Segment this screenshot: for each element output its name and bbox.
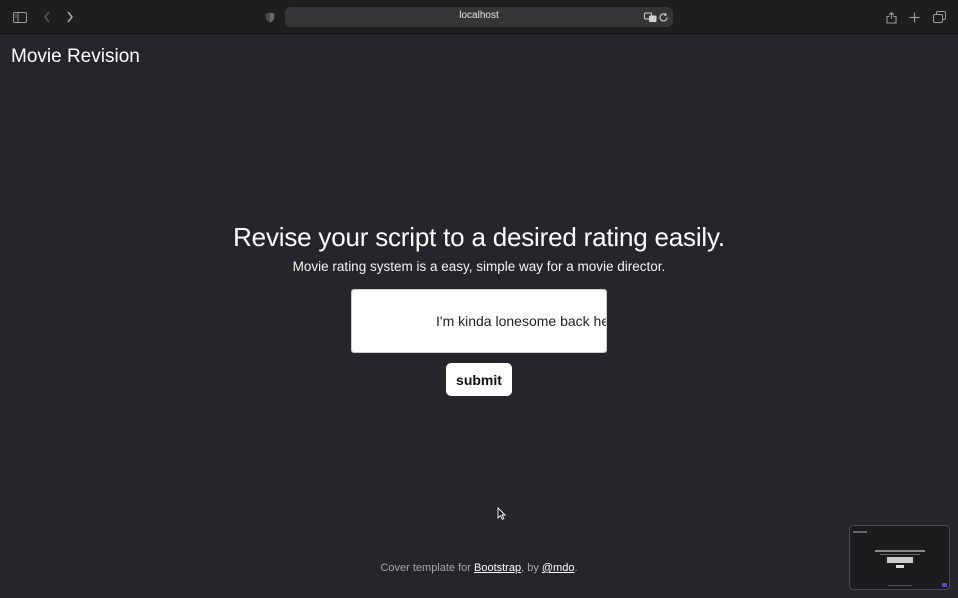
thumbnail-input: [887, 557, 913, 563]
footer: Cover template for Bootstrap, by @mdo.: [0, 562, 958, 574]
screenshot-thumbnail[interactable]: [849, 525, 950, 590]
browser-toolbar: localhost: [0, 0, 958, 34]
thumbnail-button: [896, 565, 904, 568]
mdo-link[interactable]: @mdo: [542, 562, 575, 574]
page-subheadline: Movie rating system is a easy, simple wa…: [292, 259, 666, 274]
script-input[interactable]: I'm kinda lonesome back here: [351, 289, 607, 353]
hero-section: Revise your script to a desired rating e…: [0, 222, 958, 274]
new-tab-icon[interactable]: [906, 9, 922, 25]
page-headline: Revise your script to a desired rating e…: [233, 222, 725, 252]
mouse-cursor-icon: [497, 506, 507, 525]
thumbnail-footer: [888, 585, 912, 586]
tabs-overview-icon[interactable]: [931, 9, 947, 25]
footer-suffix: .: [574, 562, 578, 574]
shield-icon[interactable]: [262, 9, 278, 25]
thumbnail-subline: [880, 554, 920, 555]
share-icon[interactable]: [883, 9, 899, 25]
thumbnail-badge: [942, 583, 947, 587]
bootstrap-link[interactable]: Bootstrap: [474, 562, 521, 574]
translate-icon[interactable]: [644, 10, 657, 28]
submit-button[interactable]: submit: [446, 363, 512, 396]
footer-middle: , by: [521, 562, 542, 574]
url-text: localhost: [459, 10, 499, 21]
back-icon[interactable]: [39, 9, 55, 25]
address-bar[interactable]: localhost: [285, 7, 673, 27]
footer-prefix: Cover template for: [380, 562, 474, 574]
thumbnail-brand: [853, 531, 867, 533]
brand-title[interactable]: Movie Revision: [11, 46, 140, 68]
sidebar-icon[interactable]: [12, 9, 28, 25]
forward-icon[interactable]: [62, 9, 78, 25]
thumbnail-headline: [875, 550, 925, 552]
reload-icon[interactable]: [658, 10, 669, 28]
